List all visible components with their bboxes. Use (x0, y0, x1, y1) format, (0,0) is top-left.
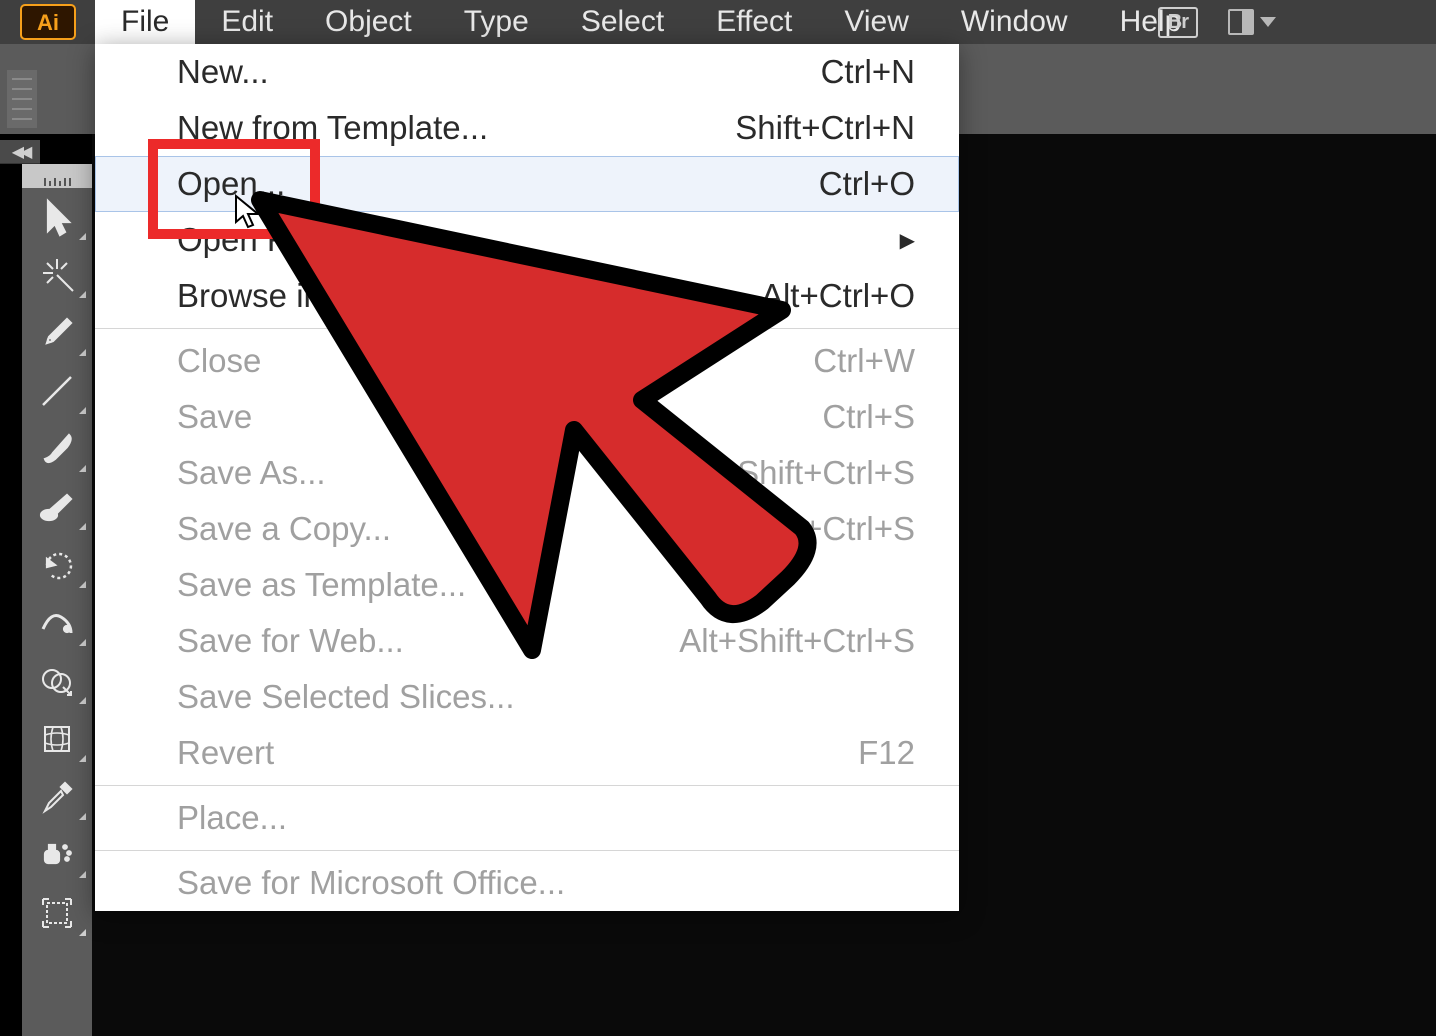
menu-item-label: Close (177, 342, 261, 380)
menu-type[interactable]: Type (438, 0, 555, 44)
shape-builder-tool[interactable] (22, 652, 92, 710)
menu-item-shortcut: Ctrl+O (819, 165, 915, 203)
menu-item-shortcut: Ctrl+N (821, 53, 915, 91)
flyout-indicator-icon (79, 233, 86, 240)
submenu-arrow-icon: ▶ (900, 228, 915, 253)
menu-item-shortcut: F12 (858, 734, 915, 772)
flyout-indicator-icon (79, 407, 86, 414)
width-tool[interactable] (22, 594, 92, 652)
menu-item-shortcut: Shift+Ctrl+S (737, 454, 915, 492)
flyout-indicator-icon (79, 291, 86, 298)
menu-item-shortcut: Ctrl+W (813, 342, 915, 380)
menu-item-shortcut: Shift+Ctrl+N (735, 109, 915, 147)
file-menu-item-save-as-template: Save as Template... (95, 557, 959, 613)
menu-separator (95, 328, 959, 329)
menu-item-label: Save As... (177, 454, 326, 492)
menu-item-shortcut: Ctrl+S (822, 398, 915, 436)
menu-edit[interactable]: Edit (195, 0, 299, 44)
file-menu-dropdown: New... Ctrl+N New from Template... Shift+Ct… (95, 44, 959, 911)
menu-item-label: Save (177, 398, 252, 436)
menu-file[interactable]: File (95, 0, 195, 44)
selection-tool[interactable] (22, 188, 92, 246)
menubar-right-controls: Br (1158, 0, 1276, 44)
menu-item-shortcut: Alt+Ctrl+O (761, 277, 915, 315)
file-menu-item-save-a-copy: Save a Copy... Alt+Ctrl+S (95, 501, 959, 557)
menu-item-label: Open... (177, 165, 285, 203)
ruler-origin-icon (22, 164, 92, 188)
pen-tool[interactable] (22, 304, 92, 362)
menu-item-label: Save Selected Slices... (177, 678, 515, 716)
flyout-indicator-icon (79, 639, 86, 646)
flyout-indicator-icon (79, 465, 86, 472)
file-menu-item-place: Place... (95, 790, 959, 846)
magic-wand-tool[interactable] (22, 246, 92, 304)
menu-item-label: Revert (177, 734, 274, 772)
file-menu-item-new-from-template[interactable]: New from Template... Shift+Ctrl+N (95, 100, 959, 156)
menu-item-label: New... (177, 53, 269, 91)
blob-brush-tool[interactable] (22, 478, 92, 536)
file-menu-item-save: Save Ctrl+S (95, 389, 959, 445)
file-menu-item-open-recent-files[interactable]: Open Recent Files ▶ (95, 212, 959, 268)
file-menu-item-new[interactable]: New... Ctrl+N (95, 44, 959, 100)
workspace-switcher[interactable] (1228, 5, 1276, 39)
flyout-indicator-icon (79, 929, 86, 936)
file-menu-item-save-selected-slices: Save Selected Slices... (95, 669, 959, 725)
menu-object[interactable]: Object (299, 0, 438, 44)
collapse-panel-button[interactable]: ◀◀ (0, 140, 40, 164)
file-menu-item-save-for-web: Save for Web... Alt+Shift+Ctrl+S (95, 613, 959, 669)
panel-grip-icon (7, 70, 37, 128)
menu-item-label: Browse in Bridge... (177, 277, 454, 315)
paintbrush-tool[interactable] (22, 420, 92, 478)
file-menu-item-save-as: Save As... Shift+Ctrl+S (95, 445, 959, 501)
symbol-sprayer-tool[interactable] (22, 826, 92, 884)
svg-text:Ai: Ai (37, 10, 59, 35)
menu-item-shortcut: Alt+Shift+Ctrl+S (679, 622, 915, 660)
menu-item-shortcut: Alt+Ctrl+S (765, 510, 915, 548)
mesh-tool[interactable] (22, 710, 92, 768)
menu-separator (95, 850, 959, 851)
app-root: Ai FileEditObjectTypeSelectEffectViewWin… (0, 0, 1436, 1036)
file-menu-item-revert: Revert F12 (95, 725, 959, 781)
file-menu-item-open[interactable]: Open... Ctrl+O (95, 156, 959, 212)
menu-item-label: Save a Copy... (177, 510, 391, 548)
flyout-indicator-icon (79, 813, 86, 820)
eyedropper-tool[interactable] (22, 768, 92, 826)
flyout-indicator-icon (79, 349, 86, 356)
artboard-tool[interactable] (22, 884, 92, 942)
rotate-tool[interactable] (22, 536, 92, 594)
menu-select[interactable]: Select (555, 0, 690, 44)
tools-panel (22, 164, 92, 1036)
flyout-indicator-icon (79, 697, 86, 704)
menu-effect[interactable]: Effect (690, 0, 818, 44)
menu-item-label: Save as Template... (177, 566, 466, 604)
flyout-indicator-icon (79, 871, 86, 878)
menu-view[interactable]: View (818, 0, 934, 44)
flyout-indicator-icon (79, 755, 86, 762)
app-logo-icon: Ai (0, 0, 95, 44)
flyout-indicator-icon (79, 523, 86, 530)
menu-item-label: Save for Microsoft Office... (177, 864, 565, 902)
flyout-indicator-icon (79, 581, 86, 588)
menu-item-label: Save for Web... (177, 622, 404, 660)
menu-window[interactable]: Window (935, 0, 1094, 44)
line-tool[interactable] (22, 362, 92, 420)
file-menu-item-close: Close Ctrl+W (95, 333, 959, 389)
file-menu-item-save-for-microsoft-office: Save for Microsoft Office... (95, 855, 959, 911)
menubar: Ai FileEditObjectTypeSelectEffectViewWin… (0, 0, 1436, 44)
file-menu-item-browse-in-bridge[interactable]: Browse in Bridge... Alt+Ctrl+O (95, 268, 959, 324)
menu-item-label: Place... (177, 799, 287, 837)
menu-separator (95, 785, 959, 786)
menu-item-label: Open Recent Files (177, 221, 450, 259)
menu-item-label: New from Template... (177, 109, 488, 147)
bridge-icon[interactable]: Br (1158, 7, 1198, 38)
